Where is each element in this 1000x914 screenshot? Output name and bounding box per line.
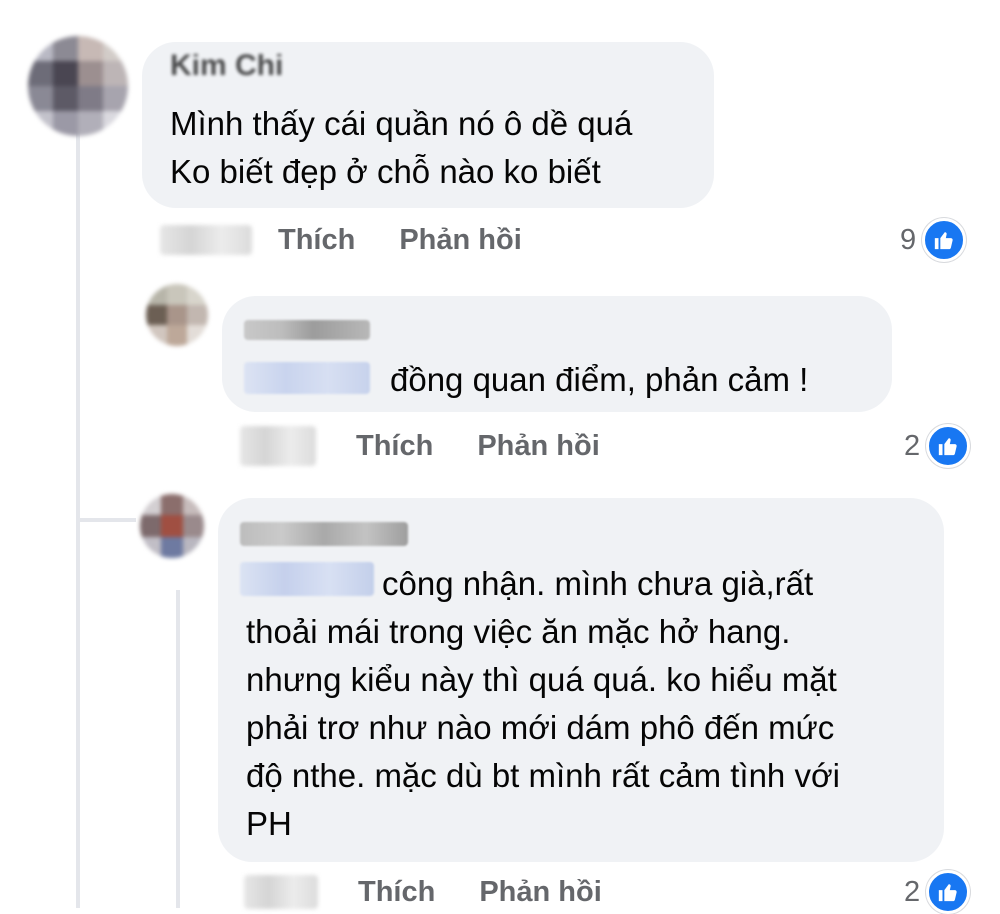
- reply-author[interactable]: [244, 320, 370, 340]
- reaction-count-number: 9: [900, 223, 917, 256]
- like-icon: [926, 870, 971, 914]
- comment-text: Mình thấy cái quần nó ô dề quá Ko biết đ…: [170, 105, 633, 190]
- reply-button[interactable]: Phản hồi: [477, 430, 599, 463]
- thread-line-reply: [176, 590, 180, 908]
- avatar[interactable]: [140, 494, 204, 558]
- thread-line-branch: [76, 518, 136, 522]
- like-button[interactable]: Thích: [358, 876, 435, 909]
- avatar[interactable]: [28, 36, 128, 136]
- reply-button[interactable]: Phản hồi: [479, 876, 601, 909]
- reply-author[interactable]: [240, 522, 408, 546]
- reaction-count[interactable]: 2: [904, 870, 971, 914]
- reply-text: đồng quan điểm, phản cảm !: [390, 361, 809, 398]
- reply-actions: Thích Phản hồi: [244, 872, 602, 912]
- like-button[interactable]: Thích: [278, 224, 355, 257]
- reply-actions: Thích Phản hồi: [240, 424, 600, 468]
- timestamp[interactable]: [244, 875, 318, 909]
- timestamp[interactable]: [240, 426, 316, 466]
- timestamp[interactable]: [160, 225, 252, 255]
- reaction-count[interactable]: 9: [900, 218, 967, 262]
- reaction-count[interactable]: 2: [904, 424, 971, 468]
- comment-author[interactable]: Kim Chi: [170, 54, 290, 80]
- comment-actions: Thích Phản hồi: [160, 220, 522, 260]
- reaction-count-number: 2: [904, 875, 921, 908]
- like-icon: [922, 218, 967, 262]
- reply-mention[interactable]: [244, 362, 370, 394]
- reply-button[interactable]: Phản hồi: [399, 224, 521, 257]
- avatar[interactable]: [146, 284, 208, 346]
- like-icon: [926, 424, 971, 468]
- reply-text: công nhận. mình chưa già,rất thoải mái t…: [246, 565, 840, 842]
- like-button[interactable]: Thích: [356, 430, 433, 463]
- reaction-count-number: 2: [904, 429, 921, 462]
